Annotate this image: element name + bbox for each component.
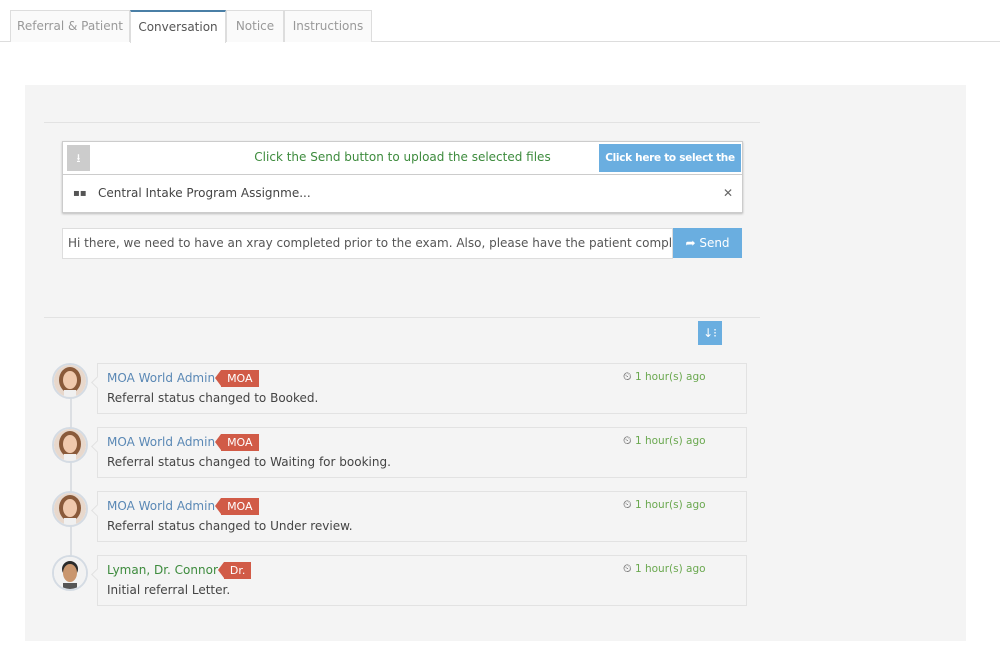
- feed-item: Lyman, Dr. Connor Dr. Initial referral Le…: [52, 555, 752, 607]
- divider: [44, 122, 760, 123]
- send-button[interactable]: ➦ Send: [673, 228, 742, 258]
- tab-bar: Referral & Patient Conversation Notice I…: [0, 0, 1000, 43]
- timestamp: ⏲ 1 hour(s) ago: [623, 562, 706, 575]
- role-badge: Dr.: [217, 562, 252, 579]
- role-badge: MOA: [214, 370, 259, 387]
- avatar: [52, 363, 88, 399]
- timestamp: ⏲ 1 hour(s) ago: [623, 434, 706, 447]
- role-badge: MOA: [214, 434, 259, 451]
- send-label: Send: [699, 236, 730, 250]
- author-name[interactable]: MOA World Admin MOA: [107, 370, 259, 387]
- feed-text: Referral status changed to Booked.: [107, 391, 319, 405]
- avatar: [52, 427, 88, 463]
- select-files-button[interactable]: Click here to select the files: [599, 144, 741, 192]
- tab-conversation[interactable]: Conversation: [130, 10, 226, 43]
- feed-item: MOA World Admin MOA Referral status chang…: [52, 491, 752, 543]
- file-icon: ▪▪: [73, 188, 87, 199]
- author-name[interactable]: Lyman, Dr. Connor Dr.: [107, 562, 252, 579]
- tab-referral-patient[interactable]: Referral & Patient: [10, 10, 130, 42]
- share-icon: ➦: [685, 236, 696, 250]
- feed-text: Referral status changed to Waiting for b…: [107, 455, 391, 469]
- message-input[interactable]: Hi there, we need to have an xray comple…: [62, 228, 673, 259]
- clock-icon: ⏲: [623, 562, 632, 575]
- timestamp: ⏲ 1 hour(s) ago: [623, 498, 706, 511]
- feed-item: MOA World Admin MOA Referral status chang…: [52, 363, 752, 415]
- author-name[interactable]: MOA World Admin MOA: [107, 498, 259, 515]
- close-icon[interactable]: ✕: [723, 175, 733, 212]
- file-name: Central Intake Program Assignme...: [98, 186, 311, 200]
- clock-icon: ⏲: [623, 370, 632, 383]
- divider: [44, 317, 760, 318]
- avatar: [52, 555, 88, 591]
- feed-text: Initial referral Letter.: [107, 583, 231, 597]
- feed-item: MOA World Admin MOA Referral status chang…: [52, 427, 752, 479]
- feed-text: Referral status changed to Under review.: [107, 519, 353, 533]
- tab-notice[interactable]: Notice: [226, 10, 284, 42]
- selected-file: ▪▪ Central Intake Program Assignme... ✕: [63, 175, 742, 212]
- clock-icon: ⏲: [623, 434, 632, 447]
- sort-button[interactable]: ↓⁝: [698, 321, 722, 345]
- clock-icon: ⏲: [623, 498, 632, 511]
- avatar: [52, 491, 88, 527]
- sort-icon: ↓⁝: [703, 326, 717, 340]
- conversation-panel: ⭳ Click the Send button to upload the se…: [25, 85, 966, 641]
- file-upload-box: ⭳ Click the Send button to upload the se…: [62, 141, 743, 213]
- author-name[interactable]: MOA World Admin MOA: [107, 434, 259, 451]
- role-badge: MOA: [214, 498, 259, 515]
- timestamp: ⏲ 1 hour(s) ago: [623, 370, 706, 383]
- tab-instructions[interactable]: Instructions: [284, 10, 372, 42]
